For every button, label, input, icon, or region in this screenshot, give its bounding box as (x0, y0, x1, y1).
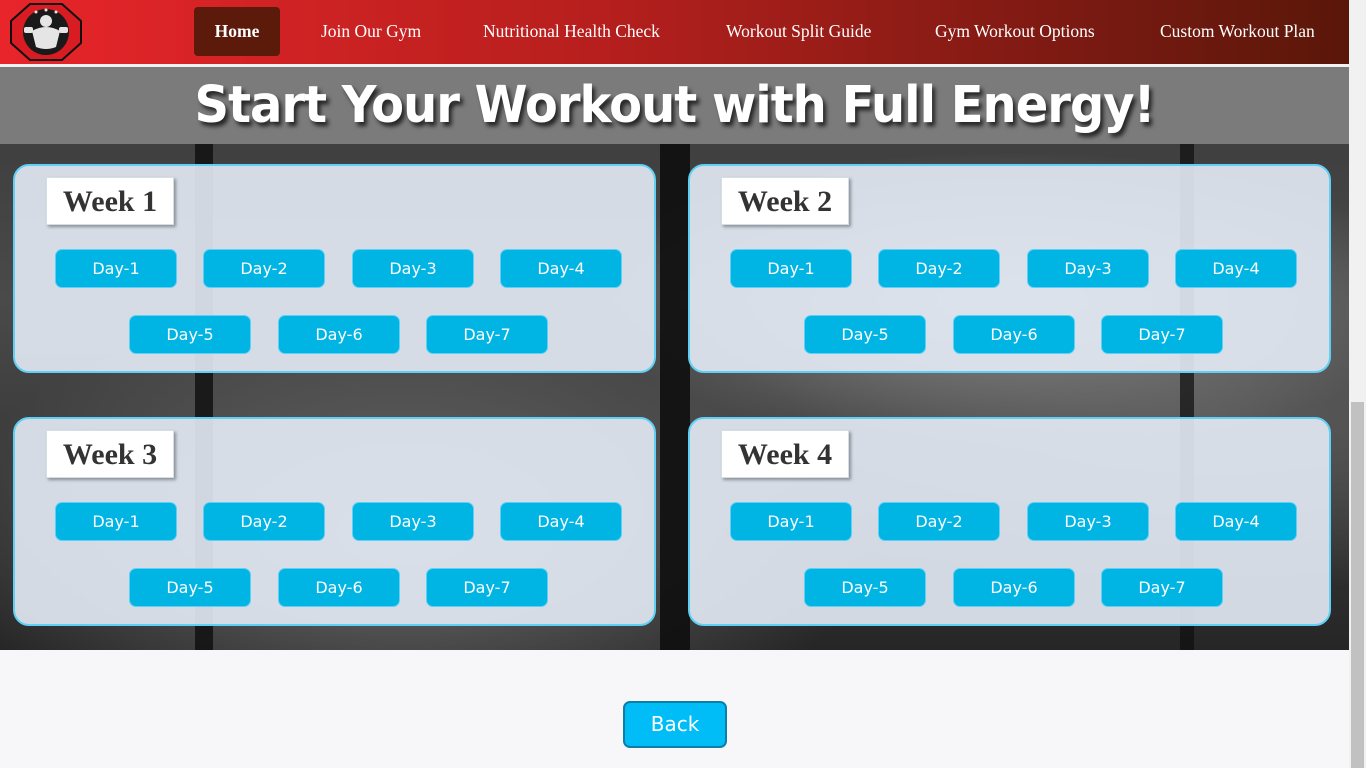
day-button-4[interactable]: Day-4 (1175, 502, 1297, 541)
day-button-1[interactable]: Day-1 (730, 502, 852, 541)
day-button-4[interactable]: Day-4 (1175, 249, 1297, 288)
day-button-4[interactable]: Day-4 (500, 502, 622, 541)
day-button-5[interactable]: Day-5 (129, 568, 251, 607)
day-button-1[interactable]: Day-1 (55, 249, 177, 288)
nav-join-our-gym[interactable]: Join Our Gym (321, 7, 421, 56)
week-card-1: Week 1 Day-1 Day-2 Day-3 Day-4 Day-5 Day-6 Day-… (13, 164, 656, 373)
nav-home[interactable]: Home (194, 7, 280, 56)
day-button-3[interactable]: Day-3 (1027, 502, 1149, 541)
day-button-2[interactable]: Day-2 (878, 502, 1000, 541)
day-button-6[interactable]: Day-6 (278, 315, 400, 354)
top-navbar: Home Join Our Gym Nutritional Health Che… (0, 0, 1349, 67)
nav-gym-workout-options[interactable]: Gym Workout Options (935, 7, 1095, 56)
week-label: Week 1 (46, 177, 174, 225)
week-label: Week 2 (721, 177, 849, 225)
day-button-5[interactable]: Day-5 (804, 568, 926, 607)
day-button-5[interactable]: Day-5 (804, 315, 926, 354)
day-button-2[interactable]: Day-2 (878, 249, 1000, 288)
day-button-1[interactable]: Day-1 (55, 502, 177, 541)
gym-logo-icon[interactable] (10, 3, 82, 61)
day-button-6[interactable]: Day-6 (953, 315, 1075, 354)
week-label: Week 4 (721, 430, 849, 478)
day-button-1[interactable]: Day-1 (730, 249, 852, 288)
week-label: Week 3 (46, 430, 174, 478)
day-button-7[interactable]: Day-7 (1101, 568, 1223, 607)
week-card-3: Week 3 Day-1 Day-2 Day-3 Day-4 Day-5 Day-6 Day-… (13, 417, 656, 626)
background-pillar (660, 144, 690, 650)
day-button-2[interactable]: Day-2 (203, 502, 325, 541)
day-button-7[interactable]: Day-7 (426, 315, 548, 354)
day-button-4[interactable]: Day-4 (500, 249, 622, 288)
week-card-4: Week 4 Day-1 Day-2 Day-3 Day-4 Day-5 Day-6 Day-… (688, 417, 1331, 626)
day-button-3[interactable]: Day-3 (1027, 249, 1149, 288)
day-button-7[interactable]: Day-7 (1101, 315, 1223, 354)
day-button-6[interactable]: Day-6 (278, 568, 400, 607)
day-button-6[interactable]: Day-6 (953, 568, 1075, 607)
day-button-3[interactable]: Day-3 (352, 249, 474, 288)
day-button-2[interactable]: Day-2 (203, 249, 325, 288)
day-button-5[interactable]: Day-5 (129, 315, 251, 354)
week-card-2: Week 2 Day-1 Day-2 Day-3 Day-4 Day-5 Day-6 Day-… (688, 164, 1331, 373)
nav-nutritional-health-check[interactable]: Nutritional Health Check (483, 7, 660, 56)
nav-custom-workout-plan[interactable]: Custom Workout Plan (1160, 7, 1315, 56)
day-button-3[interactable]: Day-3 (352, 502, 474, 541)
scrollbar-thumb[interactable] (1351, 402, 1364, 768)
day-button-7[interactable]: Day-7 (426, 568, 548, 607)
page-title: Start Your Workout with Full Energy! (194, 75, 1156, 135)
back-button[interactable]: Back (623, 701, 727, 748)
nav-workout-split-guide[interactable]: Workout Split Guide (726, 7, 871, 56)
